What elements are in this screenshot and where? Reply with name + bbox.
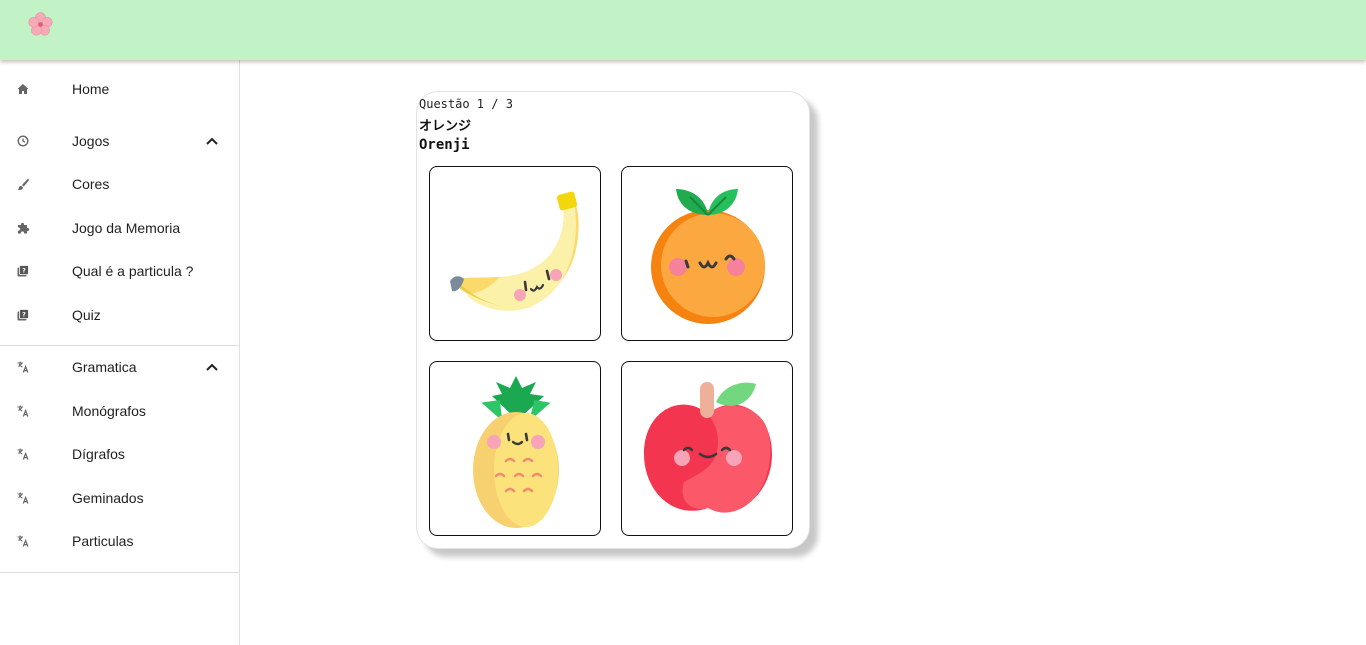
translate-icon [17, 361, 29, 373]
answer-option-banana[interactable] [429, 166, 601, 341]
translate-icon [17, 405, 29, 417]
quiz-icon: ? [17, 265, 29, 277]
sidebar-item-label: Particulas [72, 533, 134, 549]
sidebar-item-qual-e-a-particula[interactable]: ? Qual é a particula ? [0, 251, 239, 291]
svg-text:?: ? [22, 311, 26, 319]
translate-icon [17, 535, 29, 547]
orange-icon [651, 189, 765, 324]
sidebar-item-label: Jogo da Memoria [72, 220, 181, 236]
top-app-bar [0, 0, 1366, 60]
sidebar-item-cores[interactable]: Cores [0, 164, 239, 204]
sidebar-group-gramatica[interactable]: Gramatica [0, 347, 239, 387]
svg-text:?: ? [22, 267, 26, 275]
sidebar-item-home[interactable]: Home [0, 69, 239, 109]
chevron-up-icon[interactable] [205, 361, 219, 373]
sidebar-item-quiz[interactable]: ? Quiz [0, 295, 239, 335]
sidebar: Home Jogos Cores Jogo da Memoria ? Qual … [0, 60, 240, 645]
history-icon [17, 135, 29, 147]
sidebar-item-label: Quiz [72, 307, 101, 323]
sidebar-item-label: Home [72, 81, 110, 97]
sidebar-item-particulas[interactable]: Particulas [0, 521, 239, 561]
translate-icon [17, 492, 29, 504]
sidebar-divider [0, 572, 239, 573]
question-kana: オレンジ [419, 119, 472, 134]
quiz-icon: ? [17, 309, 29, 321]
banana-icon [450, 191, 579, 311]
brush-icon [17, 178, 29, 191]
sidebar-item-label: Monógrafos [72, 403, 146, 419]
quiz-card: Questão 1 / 3 オレンジ Orenji [416, 91, 810, 549]
answer-option-pineapple[interactable] [429, 361, 601, 536]
pineapple-icon [473, 376, 559, 528]
answer-option-apple[interactable] [621, 361, 793, 536]
translate-icon [17, 448, 29, 460]
home-icon [17, 84, 29, 94]
sidebar-item-monografos[interactable]: Monógrafos [0, 391, 239, 431]
question-romaji: Orenji [419, 137, 470, 153]
answer-option-orange[interactable] [621, 166, 793, 341]
sidebar-item-geminados[interactable]: Geminados [0, 478, 239, 518]
question-counter: Questão 1 / 3 [419, 97, 513, 111]
sakura-flower-icon[interactable] [27, 11, 54, 38]
sidebar-item-jogo-da-memoria[interactable]: Jogo da Memoria [0, 208, 239, 248]
chevron-up-icon[interactable] [205, 135, 219, 147]
sidebar-item-label: Dígrafos [72, 446, 125, 462]
sidebar-divider [0, 345, 239, 346]
sidebar-item-label: Qual é a particula ? [72, 263, 194, 279]
sidebar-item-digrafos[interactable]: Dígrafos [0, 434, 239, 474]
sidebar-group-label: Gramatica [72, 359, 137, 375]
puzzle-icon [18, 222, 30, 234]
sidebar-item-label: Geminados [72, 490, 144, 506]
sidebar-group-jogos[interactable]: Jogos [0, 121, 239, 161]
apple-icon [644, 382, 772, 513]
sidebar-item-label: Cores [72, 176, 110, 192]
sidebar-group-label: Jogos [72, 133, 110, 149]
